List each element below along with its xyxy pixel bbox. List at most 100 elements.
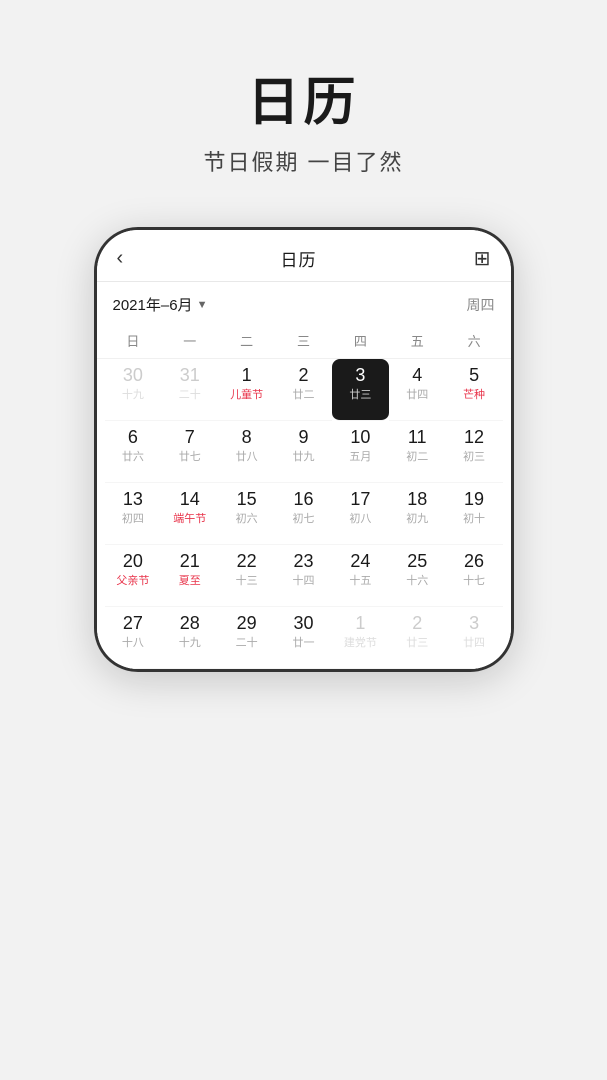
day-number: 17: [350, 489, 370, 511]
day-cell[interactable]: 17 初八: [332, 483, 389, 545]
day-number: 10: [350, 427, 370, 449]
day-lunar: 十五: [349, 575, 371, 588]
current-weekday-label: 周四: [467, 295, 495, 315]
month-label: 2021年–6月: [113, 294, 193, 315]
day-lunar: 初二: [406, 451, 428, 464]
day-cell[interactable]: 28 十九: [161, 607, 218, 669]
day-cell[interactable]: 11 初二: [389, 421, 446, 483]
day-cell[interactable]: 3廿三: [332, 359, 389, 421]
phone-screen: ‹ 日历 ⊞ 2021年–6月 ▼ 周四 日一二三四五六 30十九31二十1儿童…: [97, 230, 511, 669]
day-lunar: 夏至: [179, 575, 201, 588]
day-number: 22: [237, 551, 257, 573]
back-button[interactable]: ‹: [117, 247, 124, 270]
day-lunar: 廿九: [292, 451, 314, 464]
day-cell[interactable]: 1儿童节: [218, 359, 275, 421]
day-cell[interactable]: 14 端午节: [161, 483, 218, 545]
day-cell[interactable]: 4 廿四: [389, 359, 446, 421]
day-number: 26: [464, 551, 484, 573]
day-number: 2: [298, 365, 308, 387]
day-lunar: 端午节: [173, 513, 206, 526]
day-lunar: 十三: [236, 575, 258, 588]
day-lunar: 廿六: [122, 451, 144, 464]
day-lunar: 初九: [406, 513, 428, 526]
day-cell[interactable]: 5 芒种: [446, 359, 503, 421]
day-number: 6: [128, 427, 138, 449]
day-number: 16: [293, 489, 313, 511]
day-number: 21: [180, 551, 200, 573]
day-cell[interactable]: 19初十: [446, 483, 503, 545]
day-cell[interactable]: 31二十: [161, 359, 218, 421]
day-number: 1: [355, 613, 365, 635]
day-number: 31: [180, 365, 200, 387]
day-number: 7: [185, 427, 195, 449]
day-cell[interactable]: 10 五月: [332, 421, 389, 483]
day-cell[interactable]: 2 廿二: [275, 359, 332, 421]
weekday-cell: 四: [332, 327, 389, 354]
day-lunar: 二十: [236, 637, 258, 650]
weekday-cell: 一: [161, 327, 218, 354]
day-lunar: 儿童节: [230, 389, 263, 402]
day-cell[interactable]: 9 廿九: [275, 421, 332, 483]
day-number: 3: [469, 613, 479, 635]
weekday-cell: 六: [446, 327, 503, 354]
day-number: 13: [123, 489, 143, 511]
day-number: 29: [237, 613, 257, 635]
day-number: 5: [469, 365, 479, 387]
day-cell[interactable]: 16 初七: [275, 483, 332, 545]
calendar-grid-icon[interactable]: ⊞: [474, 246, 491, 271]
day-number: 23: [293, 551, 313, 573]
day-cell[interactable]: 29 二十: [218, 607, 275, 669]
day-lunar: 芒种: [463, 389, 485, 402]
day-cell[interactable]: 3廿四: [446, 607, 503, 669]
day-number: 4: [412, 365, 422, 387]
day-number: 9: [298, 427, 308, 449]
day-cell[interactable]: 25十六: [389, 545, 446, 607]
day-lunar: 初八: [349, 513, 371, 526]
day-lunar: 十九: [179, 637, 201, 650]
day-lunar: 十八: [122, 637, 144, 650]
day-lunar: 五月: [349, 451, 371, 464]
day-lunar: 初六: [236, 513, 258, 526]
day-number: 28: [180, 613, 200, 635]
day-cell[interactable]: 23 十四: [275, 545, 332, 607]
day-number: 11: [408, 427, 427, 449]
day-cell[interactable]: 22 十三: [218, 545, 275, 607]
day-number: 20: [123, 551, 143, 573]
weekday-cell: 二: [218, 327, 275, 354]
day-lunar: 初四: [122, 513, 144, 526]
day-number: 18: [407, 489, 427, 511]
day-number: 3: [355, 365, 365, 387]
day-cell[interactable]: 2廿三: [389, 607, 446, 669]
phone-frame: ‹ 日历 ⊞ 2021年–6月 ▼ 周四 日一二三四五六 30十九31二十1儿童…: [94, 227, 514, 672]
day-cell[interactable]: 26十七: [446, 545, 503, 607]
day-lunar: 初三: [463, 451, 485, 464]
day-cell[interactable]: 30廿一: [275, 607, 332, 669]
day-cell[interactable]: 27 十八: [105, 607, 162, 669]
page-title: 日历: [203, 60, 403, 135]
day-cell[interactable]: 7 廿七: [161, 421, 218, 483]
day-lunar: 十六: [406, 575, 428, 588]
day-lunar: 十九: [122, 389, 144, 402]
day-cell[interactable]: 13 初四: [105, 483, 162, 545]
day-cell[interactable]: 12 初三: [446, 421, 503, 483]
day-cell[interactable]: 6 廿六: [105, 421, 162, 483]
day-cell[interactable]: 1建党节: [332, 607, 389, 669]
day-lunar: 廿二: [292, 389, 314, 402]
day-cell[interactable]: 8廿八: [218, 421, 275, 483]
day-lunar: 廿七: [179, 451, 201, 464]
day-cell[interactable]: 15初六: [218, 483, 275, 545]
day-cell[interactable]: 18 初九: [389, 483, 446, 545]
day-cell[interactable]: 20 父亲节: [105, 545, 162, 607]
dropdown-arrow-icon: ▼: [197, 299, 208, 311]
day-cell[interactable]: 21 夏至: [161, 545, 218, 607]
day-number: 14: [180, 489, 200, 511]
day-number: 27: [123, 613, 143, 635]
day-cell[interactable]: 24十五: [332, 545, 389, 607]
day-lunar: 初七: [292, 513, 314, 526]
day-lunar: 父亲节: [116, 575, 149, 588]
day-number: 12: [464, 427, 484, 449]
day-cell[interactable]: 30十九: [105, 359, 162, 421]
month-selector[interactable]: 2021年–6月 ▼: [113, 294, 208, 315]
day-lunar: 廿四: [406, 389, 428, 402]
day-lunar: 十四: [292, 575, 314, 588]
